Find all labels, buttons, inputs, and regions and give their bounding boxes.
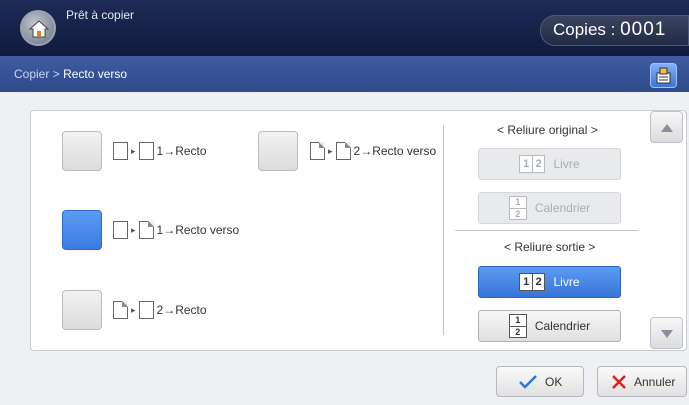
option-label-text: 2→Recto	[156, 303, 207, 317]
option-label-text: 1→Recto verso	[156, 223, 240, 237]
original-binding-calendar-button[interactable]: 12 Calendrier	[478, 192, 621, 224]
status-message: Prêt à copier	[66, 8, 135, 22]
copies-value: 0001	[620, 19, 667, 40]
home-icon	[28, 20, 50, 38]
calendar-label: Calendrier	[534, 201, 591, 215]
output-binding-title: < Reliure sortie >	[504, 240, 596, 254]
breadcrumb-bar: Copier > Recto verso	[0, 56, 689, 92]
book-label: Livre	[553, 157, 580, 171]
option-label-text: 2→Recto verso	[353, 144, 437, 158]
original-binding-title: < Reliure original >	[497, 123, 598, 137]
arrow-icon: ▸	[131, 145, 136, 156]
arrow-icon: ▸	[131, 224, 136, 235]
scroll-up-button[interactable]	[650, 111, 683, 143]
calendar-label: Calendrier	[534, 319, 591, 333]
arrow-icon: ▸	[131, 304, 136, 315]
single-page-icon	[138, 142, 154, 160]
output-binding-book-button[interactable]: 12 Livre	[478, 266, 621, 298]
option-2-to-1-sided-label: ▸ 2→Recto	[113, 301, 207, 319]
ok-button[interactable]: OK	[496, 366, 584, 397]
output-binding-calendar-button[interactable]: 12 Calendrier	[478, 310, 621, 342]
section-divider-horizontal	[455, 230, 638, 231]
option-2-to-1-sided-button[interactable]	[62, 290, 102, 330]
original-binding-book-button[interactable]: 12 Livre	[478, 148, 621, 180]
option-1-to-1-sided-label: ▸ 1→Recto	[113, 142, 207, 160]
option-label-text: 1→Recto	[156, 144, 207, 158]
scroll-down-button[interactable]	[650, 317, 683, 349]
breadcrumb-separator: >	[52, 67, 60, 81]
copies-counter[interactable]: Copies : 0001	[540, 15, 689, 46]
document-settings-icon	[656, 67, 671, 84]
triangle-up-icon	[661, 124, 673, 132]
cancel-label: Annuler	[634, 374, 676, 389]
duplex-page-icon	[335, 142, 351, 160]
breadcrumb: Copier > Recto verso	[14, 67, 127, 81]
book-binding-icon: 12	[519, 155, 546, 173]
breadcrumb-parent[interactable]: Copier	[14, 67, 49, 81]
book-binding-icon: 12	[519, 273, 546, 291]
option-1-to-2-sided-button[interactable]	[62, 210, 102, 250]
option-1-to-1-sided-button[interactable]	[62, 131, 102, 171]
checkmark-icon	[519, 374, 537, 389]
scrollbar[interactable]	[648, 111, 686, 350]
duplex-page-icon	[310, 142, 325, 160]
section-divider-vertical	[443, 125, 444, 335]
single-page-icon	[113, 221, 128, 239]
cancel-button[interactable]: Annuler	[597, 366, 687, 397]
copies-label: Copies :	[553, 20, 616, 39]
book-label: Livre	[553, 275, 580, 289]
duplex-page-icon	[113, 301, 128, 319]
option-2-to-2-sided-button[interactable]	[258, 131, 298, 171]
duplex-page-icon	[138, 221, 154, 239]
calendar-binding-icon: 12	[508, 314, 527, 338]
single-page-icon	[113, 142, 128, 160]
breadcrumb-current: Recto verso	[63, 67, 128, 81]
top-status-bar: Prêt à copier Copies : 0001	[0, 0, 689, 56]
option-2-to-2-sided-label: ▸ 2→Recto verso	[310, 142, 436, 160]
single-page-icon	[138, 301, 154, 319]
close-icon	[612, 374, 626, 389]
calendar-binding-icon: 12	[508, 196, 527, 220]
home-button[interactable]	[20, 10, 56, 46]
ok-label: OK	[545, 374, 563, 389]
job-settings-button[interactable]	[650, 63, 677, 88]
arrow-icon: ▸	[328, 145, 333, 156]
option-1-to-2-sided-label: ▸ 1→Recto verso	[113, 221, 239, 239]
triangle-down-icon	[661, 330, 673, 338]
